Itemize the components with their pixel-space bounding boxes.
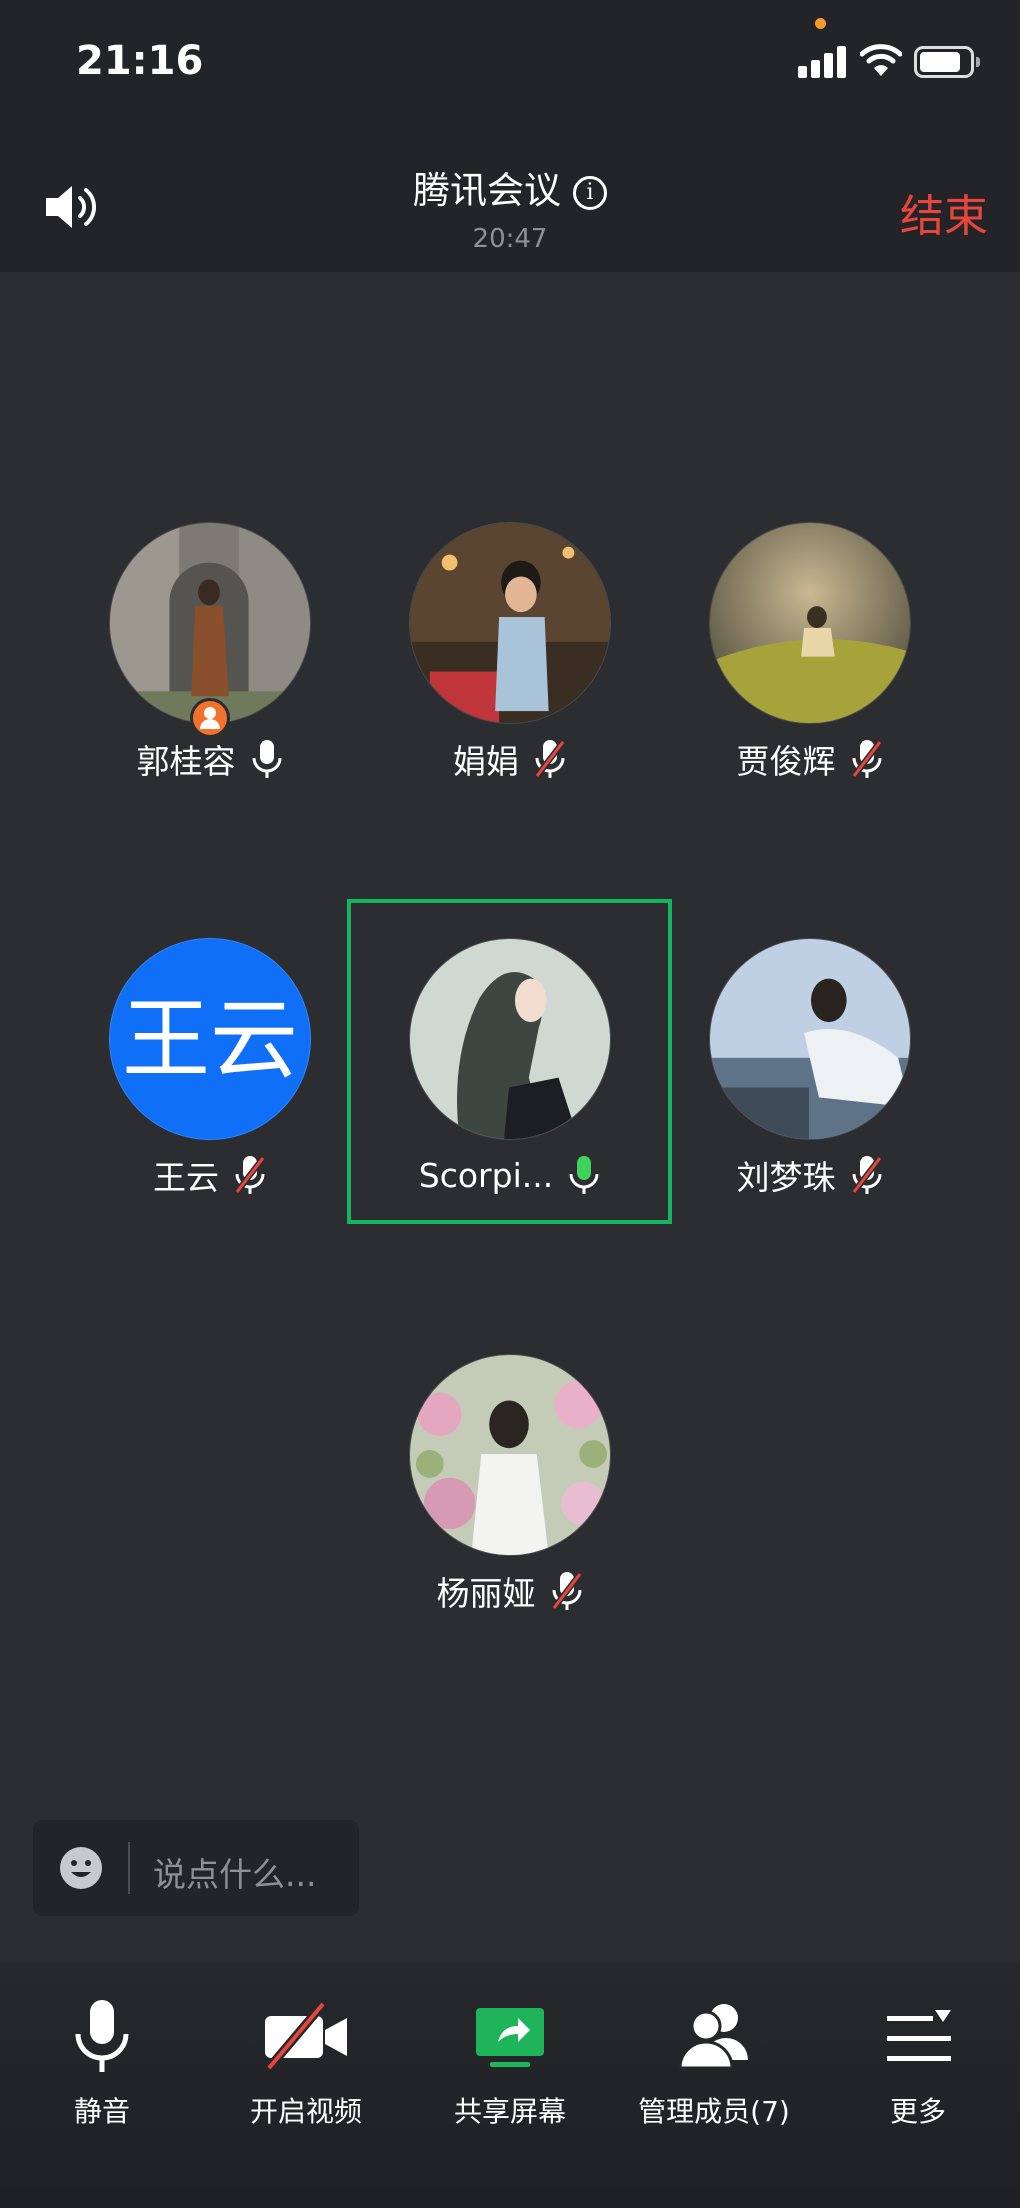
mute-label: 静音 bbox=[73, 2095, 130, 2128]
mic-on-icon bbox=[252, 740, 281, 778]
mic-muted-icon bbox=[551, 1572, 582, 1610]
participant-name: 娟娟 bbox=[453, 742, 519, 781]
battery-icon bbox=[914, 46, 980, 78]
participant-tile[interactable]: Scorpi... bbox=[360, 938, 660, 1228]
mic-muted-icon bbox=[534, 740, 566, 778]
manage-members-label: 管理成员(7) bbox=[638, 2095, 790, 2128]
participant-tile[interactable]: 娟娟 bbox=[360, 522, 660, 812]
participant-name: Scorpi... bbox=[418, 1155, 554, 1195]
participant-tile[interactable]: 郭桂容 bbox=[60, 522, 360, 812]
wifi-icon bbox=[860, 44, 902, 76]
meeting-title: 腾讯会议 bbox=[413, 169, 561, 212]
manage-members-button[interactable]: 管理成员(7) bbox=[612, 1998, 816, 2130]
participant-avatar: 王云 bbox=[109, 938, 311, 1140]
host-badge-icon bbox=[190, 698, 230, 738]
share-screen-icon bbox=[476, 2008, 544, 2067]
mic-muted-icon bbox=[851, 1156, 882, 1194]
participant-tile[interactable]: 刘梦珠 bbox=[660, 938, 960, 1228]
participant-tile[interactable]: 王云 王云 bbox=[60, 938, 360, 1228]
share-screen-button[interactable]: 共享屏幕 bbox=[408, 1998, 612, 2130]
participant-name: 杨丽娅 bbox=[436, 1574, 536, 1613]
mic-muted-icon bbox=[234, 1156, 266, 1194]
info-icon[interactable]: i bbox=[573, 176, 607, 210]
chat-placeholder: 说点什么... bbox=[153, 1855, 317, 1894]
participant-avatar bbox=[409, 1354, 611, 1556]
mute-button[interactable]: 静音 bbox=[0, 1998, 204, 2130]
participant-tile[interactable]: 贾俊辉 bbox=[660, 522, 960, 812]
members-icon bbox=[678, 2004, 748, 2070]
participant-avatar bbox=[409, 522, 611, 724]
mic-muted-icon bbox=[851, 740, 882, 778]
participant-tile[interactable]: 杨丽娅 bbox=[360, 1354, 660, 1644]
participant-name: 贾俊辉 bbox=[736, 742, 836, 781]
participant-name: 刘梦珠 bbox=[736, 1158, 836, 1197]
cellular-signal-icon bbox=[798, 46, 846, 78]
participant-avatar bbox=[709, 938, 911, 1140]
chat-input[interactable]: 说点什么... bbox=[33, 1820, 359, 1916]
emoji-icon[interactable] bbox=[59, 1846, 103, 1890]
participant-avatar bbox=[409, 938, 611, 1140]
chat-divider bbox=[128, 1842, 130, 1894]
more-label: 更多 bbox=[889, 2095, 946, 2128]
participant-avatar bbox=[709, 522, 911, 724]
more-menu-icon bbox=[887, 2010, 951, 2061]
start-video-button[interactable]: 开启视频 bbox=[204, 1998, 408, 2130]
bottom-toolbar: 静音 开启视频 共享屏幕 管理成员(7) 更多 bbox=[0, 1962, 1020, 2208]
microphone-icon bbox=[75, 2000, 129, 2072]
participant-name: 王云 bbox=[153, 1158, 219, 1197]
start-video-label: 开启视频 bbox=[249, 2095, 362, 2128]
mic-speaking-icon bbox=[569, 1156, 599, 1194]
status-time: 21:16 bbox=[76, 38, 204, 84]
meeting-duration: 20:47 bbox=[472, 224, 548, 254]
privacy-indicator-dot bbox=[815, 18, 826, 29]
end-meeting-button[interactable]: 结束 bbox=[900, 180, 988, 244]
share-screen-label: 共享屏幕 bbox=[453, 2095, 566, 2128]
more-button[interactable]: 更多 bbox=[816, 1998, 1020, 2130]
video-off-icon bbox=[265, 2001, 347, 2071]
meeting-title-row[interactable]: 腾讯会议 i bbox=[0, 160, 1020, 214]
participant-avatar bbox=[109, 522, 311, 724]
participant-name: 郭桂容 bbox=[136, 742, 236, 781]
